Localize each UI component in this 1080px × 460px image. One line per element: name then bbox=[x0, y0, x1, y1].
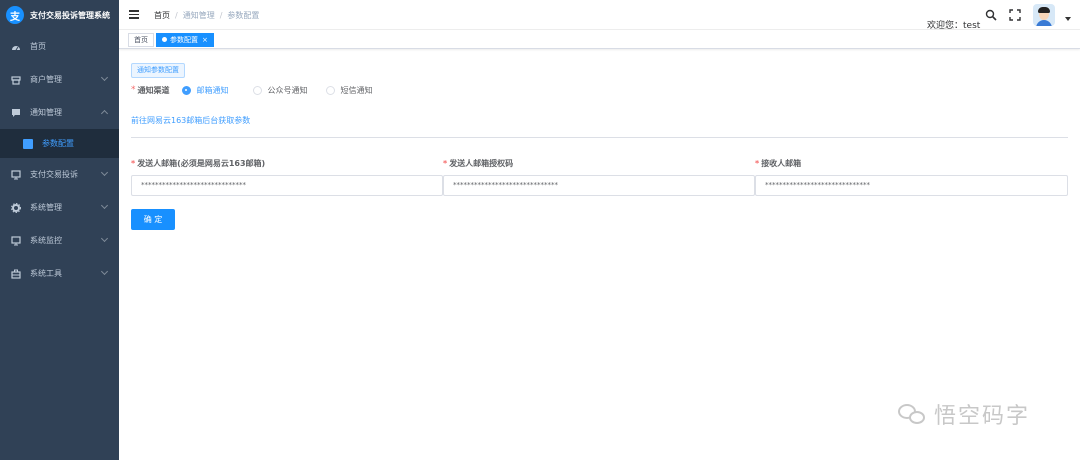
navbar: 首页 / 通知管理 / 参数配置 欢迎您：test bbox=[119, 0, 1080, 31]
sidebar-subitem-param-config[interactable]: 参数配置 bbox=[0, 129, 119, 158]
breadcrumb-home[interactable]: 首页 bbox=[154, 11, 170, 20]
tag-label: 参数配置 bbox=[170, 36, 198, 44]
radio-checked-icon bbox=[181, 85, 191, 95]
fullscreen-icon[interactable] bbox=[1009, 9, 1021, 21]
notification-config-button[interactable]: 通知参数配置 bbox=[131, 63, 185, 78]
app-title: 支付交易投诉管理系统 bbox=[30, 10, 110, 20]
radio-unchecked-icon bbox=[325, 85, 335, 95]
sidebar-item-notification[interactable]: 通知管理 bbox=[0, 96, 119, 129]
chevron-down-icon bbox=[100, 234, 109, 243]
radio-wechat[interactable]: 公众号通知 bbox=[252, 85, 308, 96]
sidebar-item-label: 通知管理 bbox=[30, 108, 62, 117]
breadcrumb-notification[interactable]: 通知管理 bbox=[183, 11, 215, 20]
search-icon[interactable] bbox=[985, 9, 997, 21]
monitor-icon bbox=[11, 169, 21, 180]
watermark: 悟空码字 bbox=[898, 398, 1030, 430]
breadcrumb: 首页 / 通知管理 / 参数配置 bbox=[154, 11, 260, 20]
toolbox-icon bbox=[11, 269, 21, 279]
sidebar-item-label: 系统管理 bbox=[30, 203, 62, 212]
tags-view: 首页 参数配置 × bbox=[119, 30, 1080, 49]
sidebar: 支 支付交易投诉管理系统 首页 商户管理 通知管理 参数配置 支付交易投诉 系统… bbox=[0, 0, 119, 460]
monitor-icon bbox=[11, 235, 21, 246]
chevron-down-icon bbox=[100, 73, 109, 82]
auth-code-field[interactable]: ****************************** bbox=[443, 175, 755, 196]
tag-home[interactable]: 首页 bbox=[128, 33, 154, 47]
sidebar-item-home[interactable]: 首页 bbox=[0, 30, 119, 63]
sidebar-item-merchant[interactable]: 商户管理 bbox=[0, 63, 119, 96]
message-icon bbox=[11, 108, 21, 118]
sidebar-item-label: 首页 bbox=[30, 42, 46, 51]
merchant-icon bbox=[11, 75, 21, 85]
sender-email-field[interactable]: ****************************** bbox=[131, 175, 443, 196]
channel-label: 通知渠道 bbox=[137, 85, 170, 95]
chevron-down-icon bbox=[100, 168, 109, 177]
watermark-text: 悟空码字 bbox=[934, 404, 1031, 429]
sidebar-item-label: 系统工具 bbox=[30, 269, 62, 278]
avatar[interactable] bbox=[1033, 4, 1055, 26]
receiver-email-label: * 接收人邮箱 bbox=[755, 159, 802, 168]
dashboard-icon bbox=[11, 42, 21, 52]
radio-unchecked-icon bbox=[252, 85, 262, 95]
active-dot-icon bbox=[162, 37, 167, 42]
logo-row[interactable]: 支 支付交易投诉管理系统 bbox=[0, 0, 119, 30]
get-params-link[interactable]: 前往网易云163邮箱后台获取参数 bbox=[131, 115, 250, 126]
document-icon bbox=[23, 138, 33, 149]
radio-label: 公众号通知 bbox=[267, 85, 308, 95]
confirm-button[interactable]: 确 定 bbox=[131, 209, 175, 230]
receiver-email-field[interactable]: ****************************** bbox=[755, 175, 1068, 196]
sidebar-item-system[interactable]: 系统管理 bbox=[0, 191, 119, 224]
chevron-up-icon bbox=[100, 109, 109, 118]
chevron-down-icon bbox=[100, 201, 109, 210]
sidebar-subitem-label: 参数配置 bbox=[42, 139, 74, 148]
radio-label: 短信通知 bbox=[340, 85, 373, 95]
sidebar-item-label: 支付交易投诉 bbox=[30, 170, 78, 179]
sidebar-item-complaint[interactable]: 支付交易投诉 bbox=[0, 158, 119, 191]
hamburger-icon[interactable] bbox=[129, 10, 139, 19]
sender-email-label: * 发送人邮箱(必须是网易云163邮箱) bbox=[131, 159, 266, 168]
sidebar-item-label: 商户管理 bbox=[30, 75, 62, 84]
sidebar-item-label: 系统监控 bbox=[30, 236, 62, 245]
radio-label: 邮箱通知 bbox=[196, 85, 229, 95]
breadcrumb-current: 参数配置 bbox=[227, 11, 260, 20]
chevron-down-icon bbox=[100, 267, 109, 276]
wechat-icon bbox=[898, 402, 928, 426]
radio-sms[interactable]: 短信通知 bbox=[325, 85, 373, 96]
app-logo: 支 bbox=[6, 6, 24, 24]
close-icon[interactable]: × bbox=[202, 36, 208, 44]
required-mark: * bbox=[131, 85, 136, 95]
sidebar-item-tools[interactable]: 系统工具 bbox=[0, 257, 119, 290]
gear-icon bbox=[11, 202, 21, 213]
caret-down-icon[interactable] bbox=[1065, 17, 1071, 21]
radio-email[interactable]: 邮箱通知 bbox=[181, 85, 229, 96]
auth-code-label: * 发送人邮箱授权码 bbox=[443, 159, 514, 168]
sidebar-item-monitor[interactable]: 系统监控 bbox=[0, 224, 119, 257]
divider bbox=[131, 137, 1068, 138]
channel-row: * 通知渠道 邮箱通知 公众号通知 短信通知 bbox=[131, 84, 373, 96]
tag-param-config[interactable]: 参数配置 × bbox=[156, 33, 214, 47]
